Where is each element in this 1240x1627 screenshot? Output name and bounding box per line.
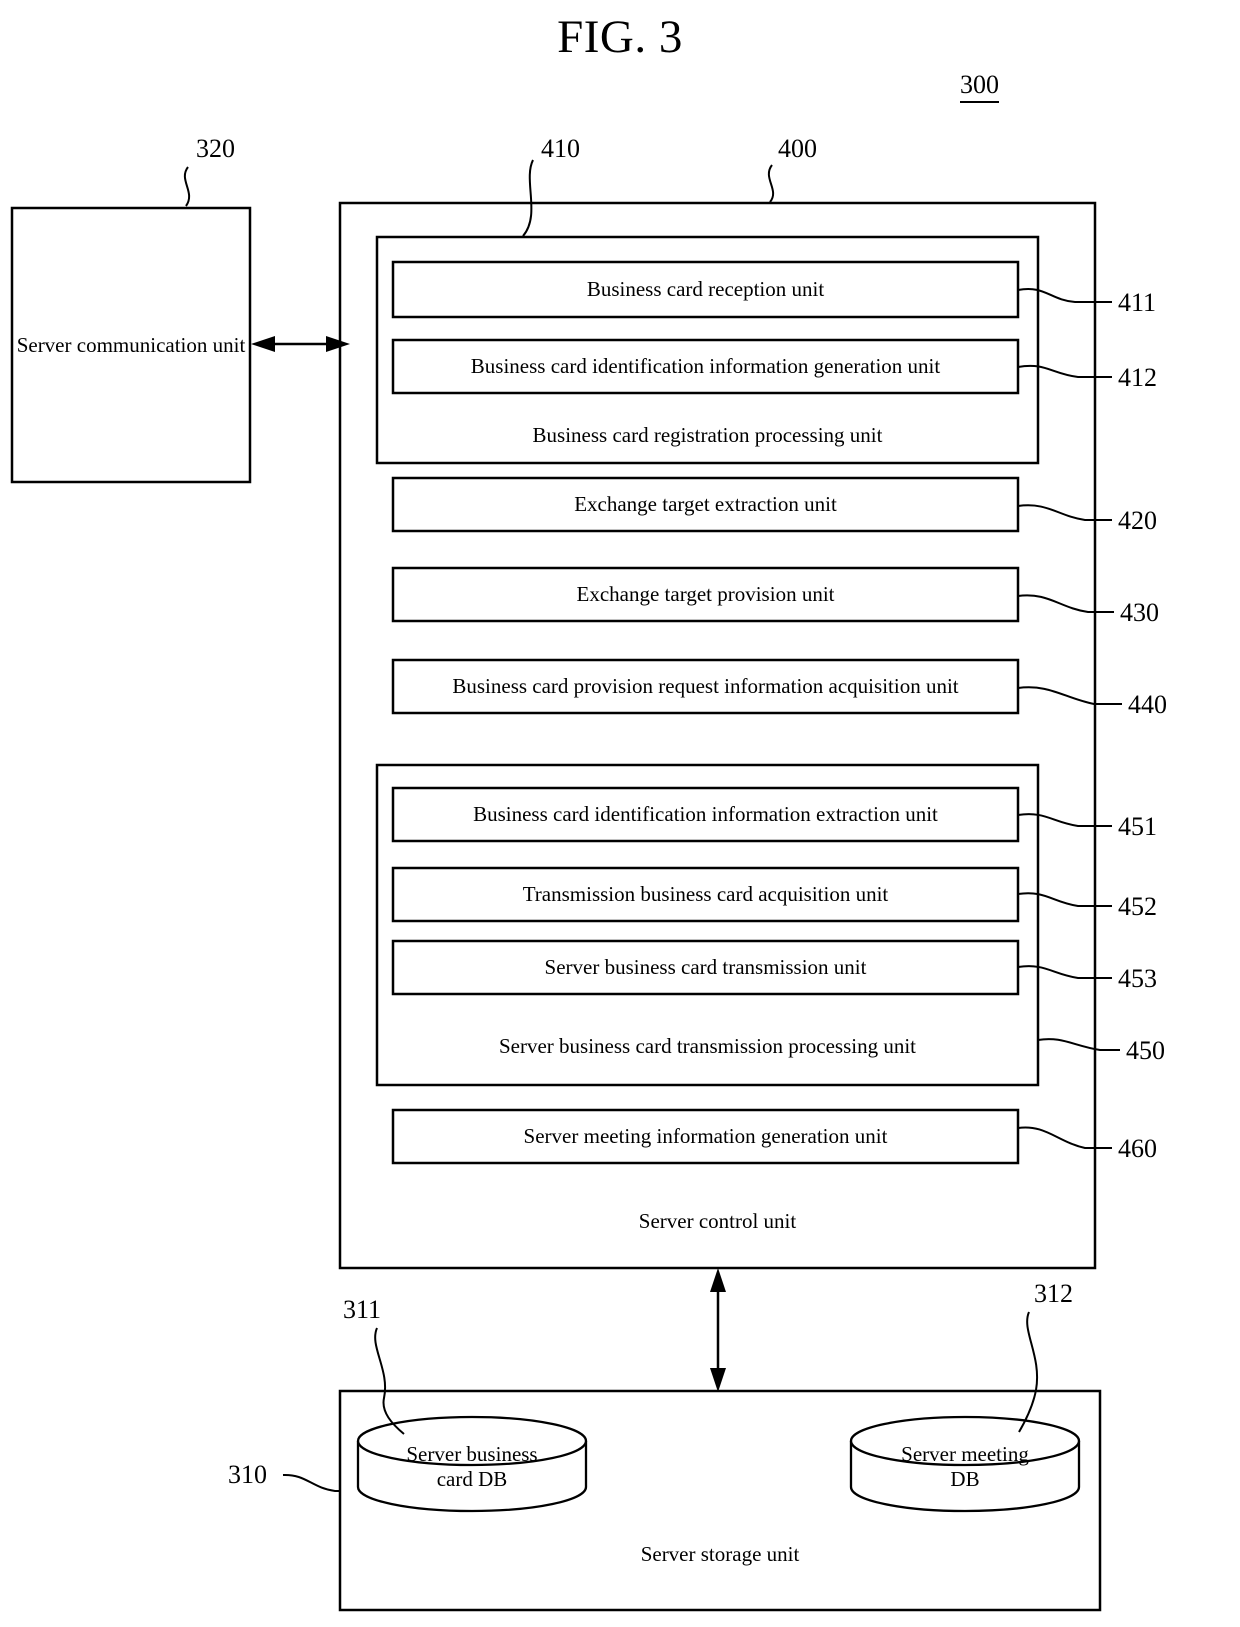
figure-page: FIG. 3 300 Server communication unit 320… bbox=[0, 0, 1240, 1627]
leader-line-450 bbox=[1037, 1038, 1120, 1051]
leader-line-440 bbox=[1017, 686, 1122, 705]
server-meeting-db-line1: Server meeting bbox=[901, 1442, 1029, 1466]
exchange-target-extraction-unit-label: Exchange target extraction unit bbox=[393, 478, 1018, 531]
business-card-identification-extraction-unit-label: Business card identification information… bbox=[393, 788, 1018, 841]
exchange-target-provision-unit-label: Exchange target provision unit bbox=[393, 568, 1018, 621]
server-meeting-information-generation-unit-text: Server meeting information generation un… bbox=[523, 1124, 888, 1148]
registration-processing-group-label: Business card registration processing un… bbox=[377, 410, 1038, 460]
server-business-card-db-line2: card DB bbox=[436, 1467, 508, 1491]
server-meeting-db-line2: DB bbox=[950, 1467, 980, 1491]
leader-line-311 bbox=[374, 1327, 405, 1435]
ref-number-450: 450 bbox=[1126, 1036, 1165, 1065]
leader-line-430 bbox=[1017, 594, 1114, 613]
leader-line-420 bbox=[1017, 504, 1112, 521]
ref-number-440: 440 bbox=[1128, 690, 1167, 719]
leader-line-400 bbox=[767, 164, 775, 203]
leader-line-412 bbox=[1017, 364, 1112, 378]
server-storage-unit-text: Server storage unit bbox=[640, 1541, 800, 1566]
leader-line-451 bbox=[1017, 813, 1112, 827]
ref-number-320: 320 bbox=[196, 134, 235, 163]
ref-number-312: 312 bbox=[1034, 1279, 1073, 1308]
transmission-business-card-acquisition-unit-label: Transmission business card acquisition u… bbox=[393, 868, 1018, 921]
business-card-provision-request-acquisition-unit-text: Business card provision request informat… bbox=[452, 674, 959, 698]
arrow-control-to-storage bbox=[710, 1268, 726, 1392]
server-business-card-db-line1: Server business bbox=[406, 1442, 538, 1466]
ref-number-460: 460 bbox=[1118, 1134, 1157, 1163]
ref-number-410: 410 bbox=[541, 134, 580, 163]
transmission-business-card-acquisition-unit-text: Transmission business card acquisition u… bbox=[522, 882, 889, 906]
server-business-card-db-label: Server business card DB bbox=[358, 1432, 586, 1502]
registration-processing-group-text: Business card registration processing un… bbox=[532, 422, 883, 447]
business-card-provision-request-acquisition-unit-label: Business card provision request informat… bbox=[393, 660, 1018, 713]
transmission-processing-group-label: Server business card transmission proces… bbox=[377, 1020, 1038, 1072]
ref-number-430: 430 bbox=[1120, 598, 1159, 627]
ref-number-452: 452 bbox=[1118, 892, 1157, 921]
server-communication-unit-text: Server communication unit bbox=[16, 332, 246, 357]
server-business-card-transmission-unit-label: Server business card transmission unit bbox=[393, 941, 1018, 994]
exchange-target-provision-unit-text: Exchange target provision unit bbox=[576, 582, 835, 606]
leader-line-460 bbox=[1017, 1126, 1112, 1149]
leader-line-320 bbox=[183, 166, 191, 207]
ref-number-310: 310 bbox=[228, 1460, 267, 1489]
business-card-identification-generation-unit-text: Business card identification information… bbox=[470, 354, 941, 378]
server-storage-unit-label: Server storage unit bbox=[340, 1528, 1100, 1580]
server-meeting-db-label: Server meeting DB bbox=[851, 1432, 1079, 1502]
leader-line-310 bbox=[282, 1473, 340, 1492]
business-card-identification-generation-unit-label: Business card identification information… bbox=[393, 340, 1018, 393]
business-card-identification-extraction-unit-text: Business card identification information… bbox=[473, 802, 938, 826]
ref-number-400: 400 bbox=[778, 134, 817, 163]
server-meeting-information-generation-unit-label: Server meeting information generation un… bbox=[393, 1110, 1018, 1163]
business-card-reception-unit-text: Business card reception unit bbox=[586, 277, 825, 301]
leader-line-410 bbox=[522, 159, 534, 237]
leader-line-411 bbox=[1017, 288, 1112, 303]
server-control-unit-text: Server control unit bbox=[638, 1208, 797, 1233]
ref-number-451: 451 bbox=[1118, 812, 1157, 841]
leader-line-312 bbox=[1018, 1311, 1039, 1433]
server-communication-unit-label: Server communication unit bbox=[12, 208, 250, 482]
ref-number-412: 412 bbox=[1118, 363, 1157, 392]
arrow-communication-to-control bbox=[251, 336, 350, 352]
exchange-target-extraction-unit-text: Exchange target extraction unit bbox=[574, 492, 837, 516]
business-card-reception-unit-label: Business card reception unit bbox=[393, 262, 1018, 317]
transmission-processing-group-text: Server business card transmission proces… bbox=[498, 1033, 917, 1058]
leader-line-453 bbox=[1017, 965, 1112, 979]
leader-line-452 bbox=[1017, 892, 1112, 907]
server-control-unit-label: Server control unit bbox=[340, 1195, 1095, 1247]
ref-number-311: 311 bbox=[343, 1295, 382, 1324]
ref-number-453: 453 bbox=[1118, 964, 1157, 993]
ref-number-420: 420 bbox=[1118, 506, 1157, 535]
server-business-card-transmission-unit-text: Server business card transmission unit bbox=[544, 955, 867, 979]
ref-number-411: 411 bbox=[1118, 288, 1157, 317]
